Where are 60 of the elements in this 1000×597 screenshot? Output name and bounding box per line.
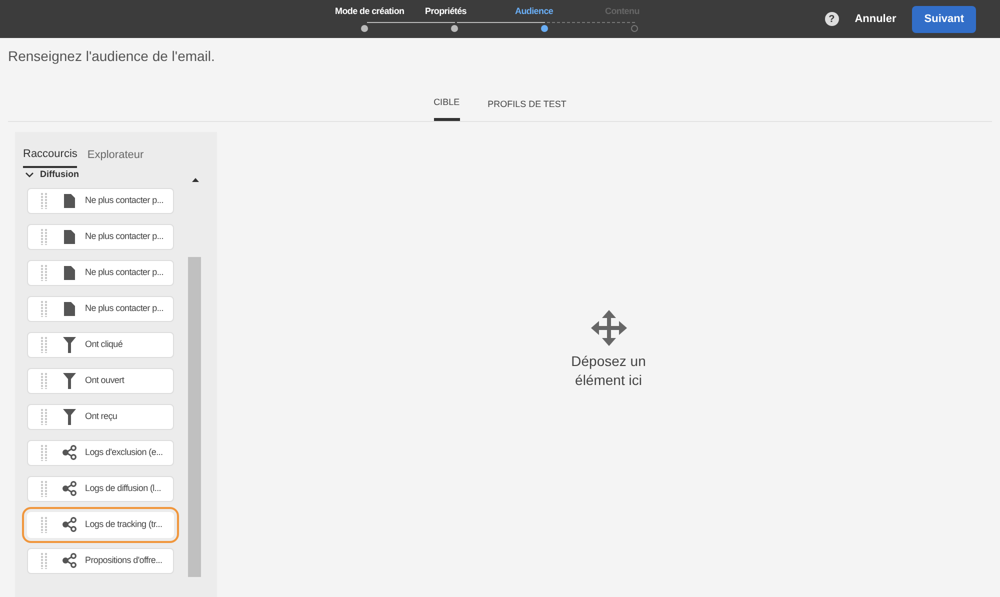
document-icon xyxy=(64,266,74,280)
shortcut-item[interactable]: Ne plus contacter p... xyxy=(27,260,174,286)
funnel-icon xyxy=(62,408,76,424)
panel-tab[interactable]: Explorateur xyxy=(87,146,144,168)
item-label: Logs de diffusion (l... xyxy=(85,482,161,495)
shortcut-item[interactable]: Ne plus contacter p... xyxy=(27,296,174,322)
item-label: Ont ouvert xyxy=(85,374,124,387)
drag-handle-icon[interactable] xyxy=(41,516,47,532)
shortcut-item[interactable]: Logs de diffusion (l... xyxy=(27,476,174,502)
shortcut-item[interactable]: Ont cliqué xyxy=(27,332,174,358)
move-arrows-icon xyxy=(590,310,626,346)
shortcut-item[interactable]: Ne plus contacter p... xyxy=(27,188,174,214)
item-label: Logs d'exclusion (e... xyxy=(85,446,163,459)
item-label: Ne plus contacter p... xyxy=(85,230,164,243)
tab[interactable]: PROFILS DE TEST xyxy=(488,84,566,121)
shortcut-item[interactable]: Ont ouvert xyxy=(27,368,174,394)
drag-handle-icon[interactable] xyxy=(41,552,47,568)
cancel-button[interactable]: Annuler xyxy=(850,10,900,28)
document-icon xyxy=(64,194,74,208)
share-nodes-icon xyxy=(62,445,76,460)
help-icon[interactable]: ? xyxy=(824,12,839,26)
step-label: Propriétés xyxy=(425,5,467,18)
item-label: Ne plus contacter p... xyxy=(85,194,164,207)
drag-handle-icon[interactable] xyxy=(41,228,47,244)
item-label: Ont cliqué xyxy=(85,338,123,351)
funnel-icon xyxy=(62,336,76,352)
panel-tab[interactable]: Raccourcis xyxy=(23,146,78,168)
funnel-icon xyxy=(62,372,76,388)
drag-handle-icon[interactable] xyxy=(41,264,47,280)
shortcut-item[interactable]: Ont reçu xyxy=(27,404,174,430)
drag-handle-icon[interactable] xyxy=(41,480,47,496)
share-nodes-icon xyxy=(62,553,76,568)
scrollbar-thumb[interactable] xyxy=(188,257,201,577)
share-nodes-icon xyxy=(62,517,76,532)
step-label: Audience xyxy=(515,5,554,18)
drag-handle-icon[interactable] xyxy=(41,372,47,388)
shortcut-item[interactable]: Ne plus contacter p... xyxy=(27,224,174,250)
item-label: Logs de tracking (tr... xyxy=(85,518,162,531)
document-icon xyxy=(64,230,74,244)
drop-zone-text: Déposez un élément ici xyxy=(570,352,647,390)
drag-handle-icon[interactable] xyxy=(41,408,47,424)
tab[interactable]: CIBLE xyxy=(434,84,460,121)
section-header[interactable]: Diffusion xyxy=(15,168,217,182)
document-icon xyxy=(64,302,74,316)
page-heading: Renseignez l'audience de l'email. xyxy=(7,47,216,66)
drag-handle-icon[interactable] xyxy=(41,300,47,316)
share-nodes-icon xyxy=(62,481,76,496)
drag-handle-icon[interactable] xyxy=(41,444,47,460)
shortcut-item[interactable]: Propositions d'offre... xyxy=(27,548,174,574)
drag-handle-icon[interactable] xyxy=(41,192,47,208)
item-label: Ne plus contacter p... xyxy=(85,266,164,279)
chevron-icon xyxy=(25,172,34,178)
item-label: Propositions d'offre... xyxy=(85,554,162,567)
next-button[interactable]: Suivant xyxy=(912,6,976,32)
shortcut-item[interactable]: Logs d'exclusion (e... xyxy=(27,440,174,466)
item-label: Ont reçu xyxy=(85,410,118,423)
drag-handle-icon[interactable] xyxy=(41,336,47,352)
scroll-up-icon[interactable] xyxy=(192,178,199,182)
step-label: Mode de création xyxy=(335,5,404,18)
item-label: Ne plus contacter p... xyxy=(85,302,164,315)
